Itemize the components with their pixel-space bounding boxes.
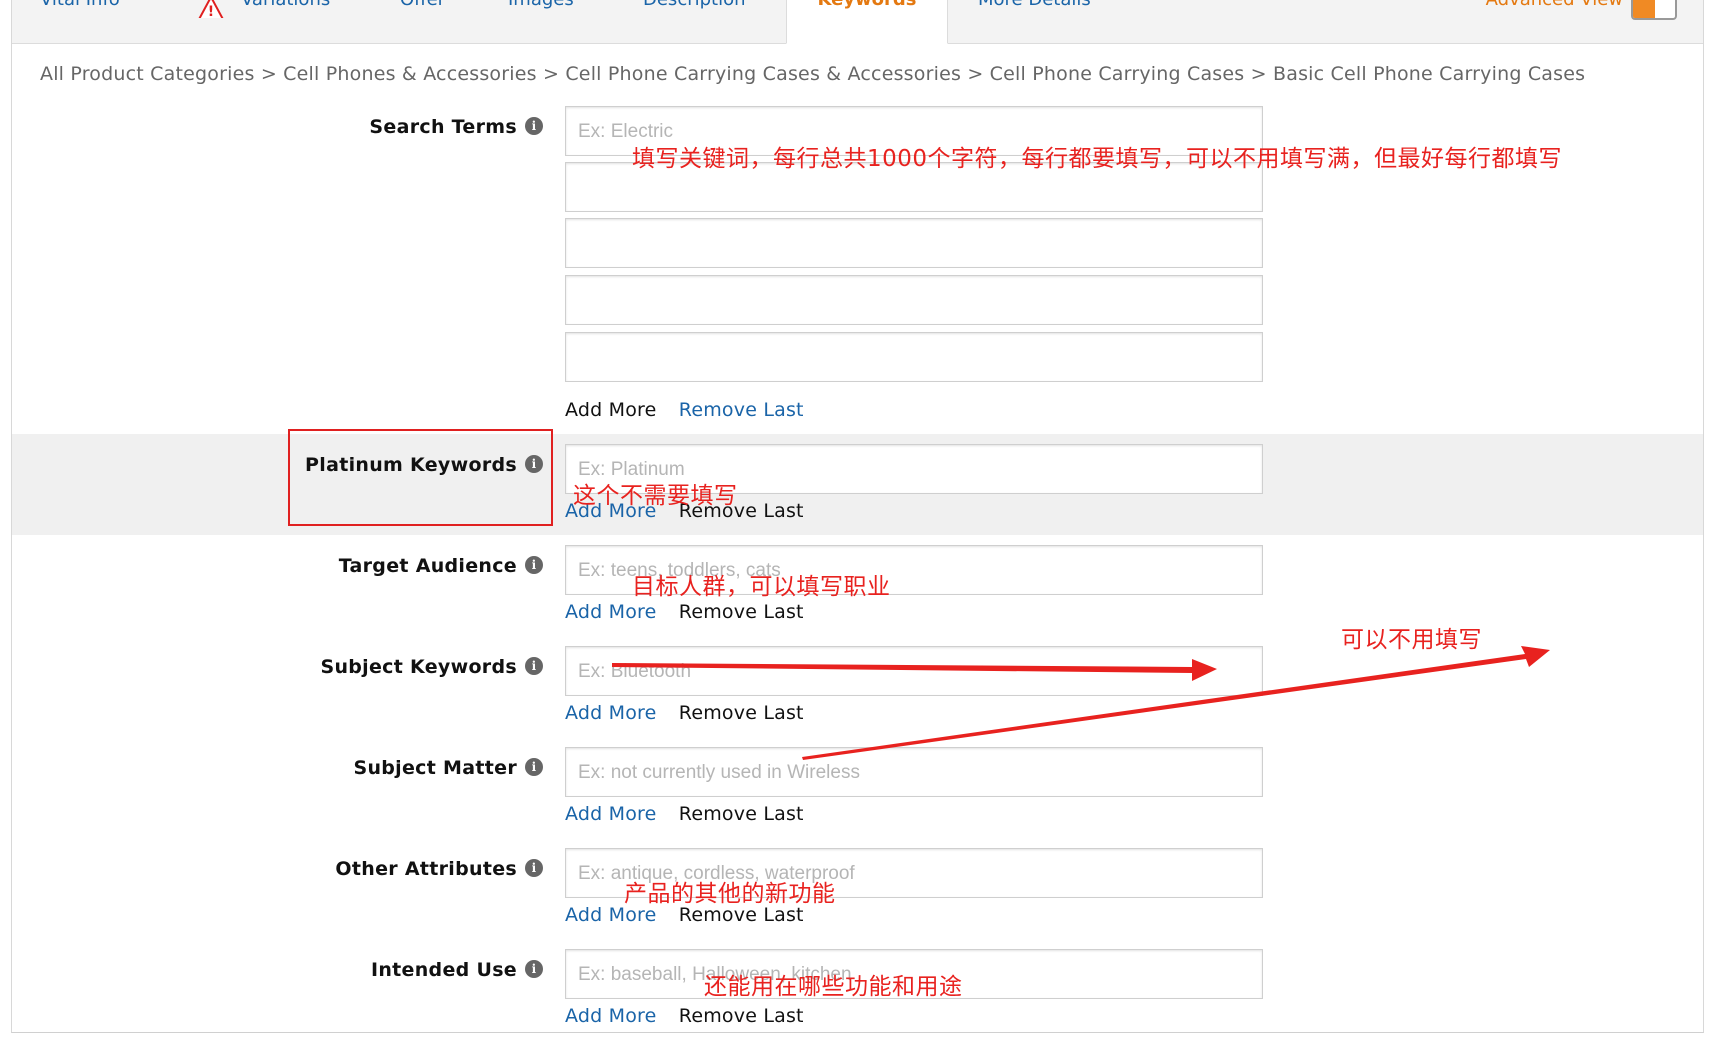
search-terms-input-4[interactable] xyxy=(565,275,1263,325)
info-icon[interactable]: i xyxy=(525,117,543,135)
other-attributes-row: Other Attributes i Ex: antique, cordless,… xyxy=(12,838,1703,939)
annotation-optional: 可以不用填写 xyxy=(1341,627,1482,653)
add-more-button[interactable]: Add More xyxy=(565,702,657,724)
keywords-form-frame: Vital Info ! Variations Offer Images Des… xyxy=(11,0,1704,1033)
platinum-highlight-box xyxy=(288,429,553,526)
tab-offer[interactable]: Offer xyxy=(400,0,445,44)
add-more-button[interactable]: Add More xyxy=(565,1005,657,1027)
subject-matter-links: Add More Remove Last xyxy=(565,803,820,825)
advanced-view-link[interactable]: Advanced View xyxy=(1486,0,1623,14)
remove-last-button[interactable]: Remove Last xyxy=(679,803,804,825)
add-more-button[interactable]: Add More xyxy=(565,399,657,421)
search-terms-label: Search Terms i xyxy=(369,116,543,138)
annotation-other-attributes: 产品的其他的新功能 xyxy=(624,881,836,907)
search-terms-links: Add More Remove Last xyxy=(565,399,820,421)
subject-keywords-input[interactable]: Ex: Bluetooth xyxy=(565,646,1263,696)
breadcrumb: All Product Categories > Cell Phones & A… xyxy=(40,63,1586,85)
info-icon[interactable]: i xyxy=(525,960,543,978)
advanced-view-toggle[interactable] xyxy=(1631,0,1677,20)
remove-last-button[interactable]: Remove Last xyxy=(679,1005,804,1027)
remove-last-button[interactable]: Remove Last xyxy=(679,702,804,724)
svg-text:!: ! xyxy=(208,4,214,18)
annotation-search-terms: 填写关键词，每行总共1000个字符，每行都要填写，可以不用填写满，但最好每行都填… xyxy=(632,146,1563,172)
tab-bar: Vital Info ! Variations Offer Images Des… xyxy=(12,0,1703,44)
info-icon[interactable]: i xyxy=(525,859,543,877)
target-audience-label: Target Audience i xyxy=(339,555,543,577)
info-icon[interactable]: i xyxy=(525,758,543,776)
add-more-button[interactable]: Add More xyxy=(565,803,657,825)
remove-last-button[interactable]: Remove Last xyxy=(679,601,804,623)
target-audience-links: Add More Remove Last xyxy=(565,601,820,623)
tab-vital-info[interactable]: Vital Info xyxy=(40,0,120,44)
info-icon[interactable]: i xyxy=(525,657,543,675)
info-icon[interactable]: i xyxy=(525,556,543,574)
subject-keywords-links: Add More Remove Last xyxy=(565,702,820,724)
subject-keywords-label: Subject Keywords i xyxy=(320,656,543,678)
subject-matter-label: Subject Matter i xyxy=(353,757,543,779)
warning-icon: ! xyxy=(198,0,224,18)
search-terms-input-5[interactable] xyxy=(565,332,1263,382)
tab-images[interactable]: Images xyxy=(508,0,574,44)
annotation-intended-use: 还能用在哪些功能和用途 xyxy=(704,974,963,1000)
subject-matter-input[interactable]: Ex: not currently used in Wireless xyxy=(565,747,1263,797)
tab-keywords[interactable]: Keywords xyxy=(786,0,948,44)
toggle-knob xyxy=(1633,0,1655,18)
tab-more-details[interactable]: More Details xyxy=(978,0,1091,44)
remove-last-button[interactable]: Remove Last xyxy=(679,399,804,421)
tab-variations[interactable]: Variations xyxy=(241,0,330,44)
subject-matter-row: Subject Matter i Ex: not currently used i… xyxy=(12,737,1703,838)
tab-description[interactable]: Description xyxy=(643,0,746,44)
intended-use-links: Add More Remove Last xyxy=(565,1005,820,1027)
add-more-button[interactable]: Add More xyxy=(565,601,657,623)
intended-use-label: Intended Use i xyxy=(371,959,543,981)
annotation-platinum: 这个不需要填写 xyxy=(573,483,738,509)
other-attributes-label: Other Attributes i xyxy=(335,858,543,880)
annotation-target-audience: 目标人群，可以填写职业 xyxy=(632,574,891,600)
platinum-keywords-row: Platinum Keywords i Ex: Platinum Add More… xyxy=(12,434,1703,535)
search-terms-input-3[interactable] xyxy=(565,218,1263,268)
